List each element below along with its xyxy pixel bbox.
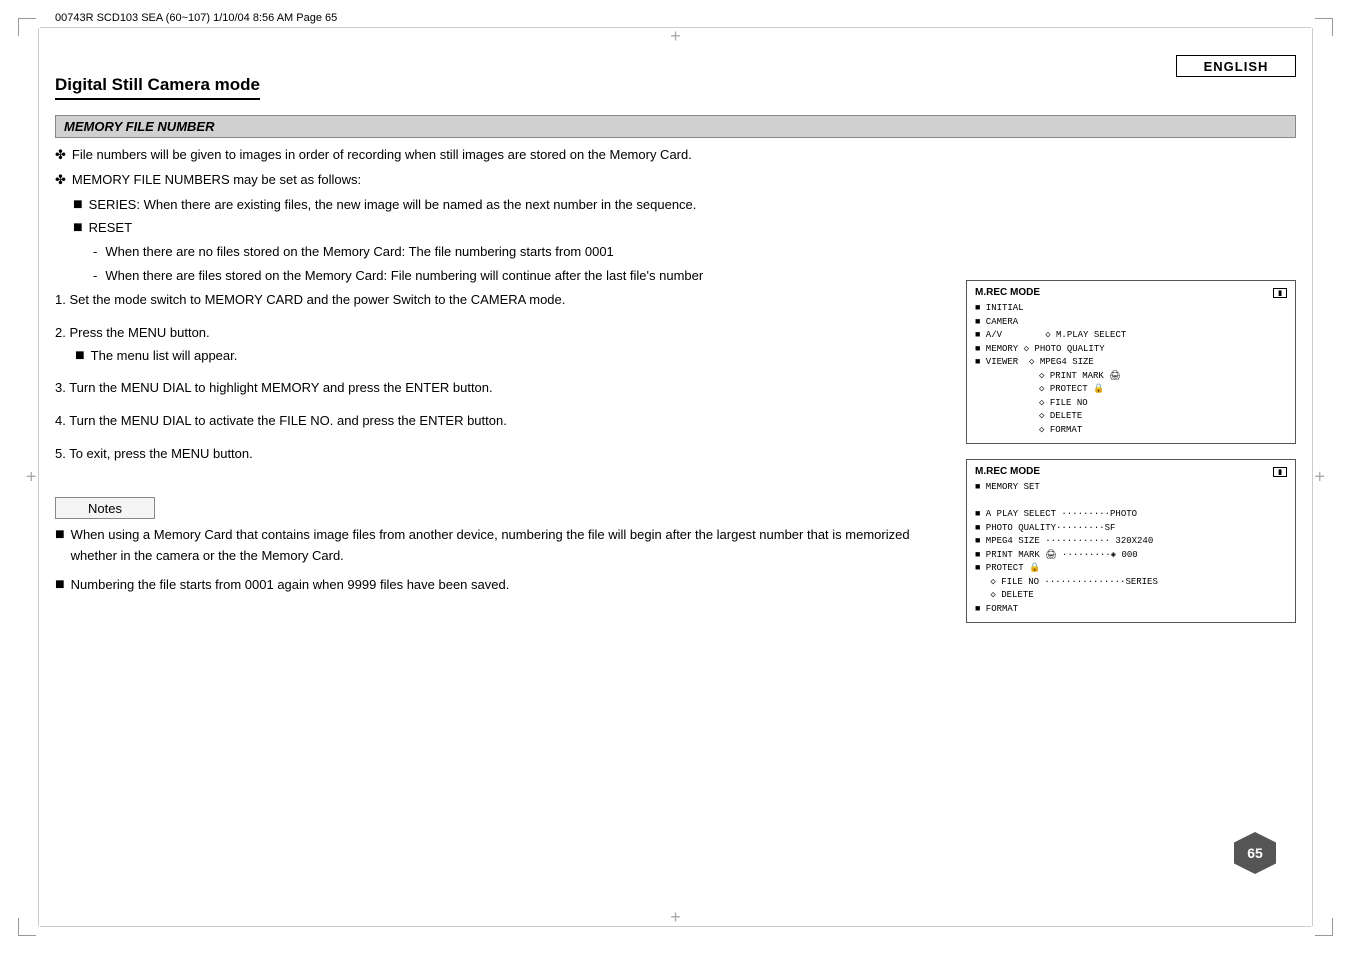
step-2-sub: ■ The menu list will appear. <box>75 346 931 367</box>
step-2-number: 2. <box>55 325 69 340</box>
step-1: 1. Set the mode switch to MEMORY CARD an… <box>55 290 931 311</box>
note-item-1: ■ When using a Memory Card that contains… <box>55 525 931 567</box>
bullet-text-series: SERIES: When there are existing files, t… <box>89 195 697 216</box>
step-4-number: 4. <box>55 413 69 428</box>
crosshair-right <box>1314 467 1325 488</box>
corner-mark-br <box>1315 918 1333 936</box>
screen-1-content: ■ INITIAL ■ CAMERA ■ A/V ◇ M.PLAY SELECT… <box>975 302 1287 437</box>
dash-item-1: - When there are no files stored on the … <box>93 242 931 263</box>
crosshair-top <box>670 26 681 47</box>
crosshair-bottom <box>670 907 681 928</box>
notes-content: ■ When using a Memory Card that contains… <box>55 525 931 603</box>
step-3-text: Turn the MENU DIAL to highlight MEMORY a… <box>69 380 492 395</box>
screen-1-row-8: ◇ DELETE <box>985 410 1287 424</box>
note-2-text: Numbering the file starts from 0001 agai… <box>71 575 510 596</box>
step-2: 2. Press the MENU button. ■ The menu lis… <box>55 323 931 367</box>
dash-text-1: When there are no files stored on the Me… <box>105 242 613 263</box>
page-info: 00743R SCD103 SEA (60~107) 1/10/04 8:56 … <box>55 12 337 24</box>
dash-symbol-1: - <box>93 242 97 263</box>
screens-area: M.REC MODE ▮ ■ INITIAL ■ CAMERA ■ A/V ◇ … <box>966 280 1296 638</box>
body-text: ✤ File numbers will be given to images i… <box>55 145 931 290</box>
corner-mark-tr <box>1315 18 1333 36</box>
note-1-text: When using a Memory Card that contains i… <box>71 525 931 567</box>
bullet-item-reset: ■ RESET <box>73 218 931 239</box>
notes-label: Notes <box>88 501 122 516</box>
screen-1-row-7: ◇ FILE NO <box>985 397 1287 411</box>
screen-2-content: ■ MEMORY SET ■ A PLAY SELECT ·········PH… <box>975 481 1287 616</box>
screen-2-row-7: ◇ FILE NO ···············SERIES <box>985 576 1287 590</box>
screen-1-header-left: M.REC MODE <box>975 287 1040 298</box>
note-item-2: ■ Numbering the file starts from 0001 ag… <box>55 575 931 596</box>
screen-2-row-4: ■ MPEG4 SIZE ············ 320X240 <box>975 535 1287 549</box>
screen-2-row-8: ◇ DELETE <box>985 589 1287 603</box>
steps-area: 1. Set the mode switch to MEMORY CARD an… <box>55 290 931 477</box>
screen-2-row-0: ■ MEMORY SET <box>975 481 1287 495</box>
screen-2-header: M.REC MODE ▮ <box>975 466 1287 477</box>
cross-symbol-1: ✤ <box>55 145 66 166</box>
cross-item-2: ✤ MEMORY FILE NUMBERS may be set as foll… <box>55 170 931 191</box>
step-4-label: 4. Turn the MENU DIAL to activate the FI… <box>55 411 931 432</box>
step-4-text: Turn the MENU DIAL to activate the FILE … <box>69 413 507 428</box>
step-2-label: 2. Press the MENU button. <box>55 323 931 344</box>
bullet-text-reset: RESET <box>89 218 132 239</box>
screen-1-row-9: ◇ FORMAT <box>985 424 1287 438</box>
step-1-number: 1. <box>55 292 69 307</box>
vline-right <box>1312 28 1313 926</box>
step-5: 5. To exit, press the MENU button. <box>55 444 931 465</box>
screen-2-row-9: ■ FORMAT <box>975 603 1287 617</box>
cross-text-2: MEMORY FILE NUMBERS may be set as follow… <box>72 170 361 191</box>
bullet-symbol-reset: ■ <box>73 218 83 239</box>
page-number: 65 <box>1234 832 1276 874</box>
page-title: Digital Still Camera mode <box>55 75 260 100</box>
dash-symbol-2: - <box>93 266 97 287</box>
vline-left <box>38 28 39 926</box>
cross-item-1: ✤ File numbers will be given to images i… <box>55 145 931 166</box>
bullet-item-series: ■ SERIES: When there are existing files,… <box>73 195 931 216</box>
section-header: MEMORY FILE NUMBER <box>55 115 1296 138</box>
bullet-symbol-series: ■ <box>73 195 83 216</box>
cross-symbol-2: ✤ <box>55 170 66 191</box>
screen-2-row-6: ■ PROTECT 🔒 <box>975 562 1287 576</box>
note-2-bullet: ■ <box>55 575 65 596</box>
screen-2-row-1 <box>975 495 1287 509</box>
step-3: 3. Turn the MENU DIAL to highlight MEMOR… <box>55 378 931 399</box>
step-2-text: Press the MENU button. <box>69 325 209 340</box>
corner-mark-bl <box>18 918 36 936</box>
screen-2-row-2: ■ A PLAY SELECT ·········PHOTO <box>975 508 1287 522</box>
english-badge: ENGLISH <box>1176 55 1296 77</box>
note-1-bullet: ■ <box>55 525 65 567</box>
dash-text-2: When there are files stored on the Memor… <box>105 266 703 287</box>
step-5-number: 5. <box>55 446 69 461</box>
notes-box: Notes <box>55 497 155 519</box>
screen-1-row-2: ■ A/V ◇ M.PLAY SELECT <box>975 329 1287 343</box>
screen-2-row-3: ■ PHOTO QUALITY·········SF <box>975 522 1287 536</box>
screen-1-row-5: ◇ PRINT MARK 🖨 <box>985 370 1287 384</box>
screen-box-2: M.REC MODE ▮ ■ MEMORY SET ■ A PLAY SELEC… <box>966 459 1296 623</box>
step-2-sub-text: The menu list will appear. <box>91 346 238 367</box>
screen-1-icon: ▮ <box>1273 288 1287 298</box>
screen-1-header: M.REC MODE ▮ <box>975 287 1287 298</box>
screen-2-icon: ▮ <box>1273 467 1287 477</box>
dash-item-2: - When there are files stored on the Mem… <box>93 266 931 287</box>
step-3-number: 3. <box>55 380 69 395</box>
cross-text-1: File numbers will be given to images in … <box>72 145 692 166</box>
step-5-label: 5. To exit, press the MENU button. <box>55 444 931 465</box>
step-1-label: 1. Set the mode switch to MEMORY CARD an… <box>55 290 931 311</box>
step-5-text: To exit, press the MENU button. <box>69 446 253 461</box>
screen-1-row-3: ■ MEMORY ◇ PHOTO QUALITY <box>975 343 1287 357</box>
screen-1-row-6: ◇ PROTECT 🔒 <box>985 383 1287 397</box>
screen-box-1: M.REC MODE ▮ ■ INITIAL ■ CAMERA ■ A/V ◇ … <box>966 280 1296 444</box>
step-4: 4. Turn the MENU DIAL to activate the FI… <box>55 411 931 432</box>
crosshair-left <box>26 467 37 488</box>
step-1-text: Set the mode switch to MEMORY CARD and t… <box>69 292 565 307</box>
screen-2-header-left: M.REC MODE <box>975 466 1040 477</box>
screen-2-row-5: ■ PRINT MARK 🖨 ·········◈ 000 <box>975 549 1287 563</box>
screen-1-row-0: ■ INITIAL <box>975 302 1287 316</box>
step-3-label: 3. Turn the MENU DIAL to highlight MEMOR… <box>55 378 931 399</box>
step-2-sub-bullet: ■ <box>75 346 85 367</box>
screen-1-row-4: ■ VIEWER ◇ MPEG4 SIZE <box>975 356 1287 370</box>
corner-mark-tl <box>18 18 36 36</box>
screen-1-row-1: ■ CAMERA <box>975 316 1287 330</box>
